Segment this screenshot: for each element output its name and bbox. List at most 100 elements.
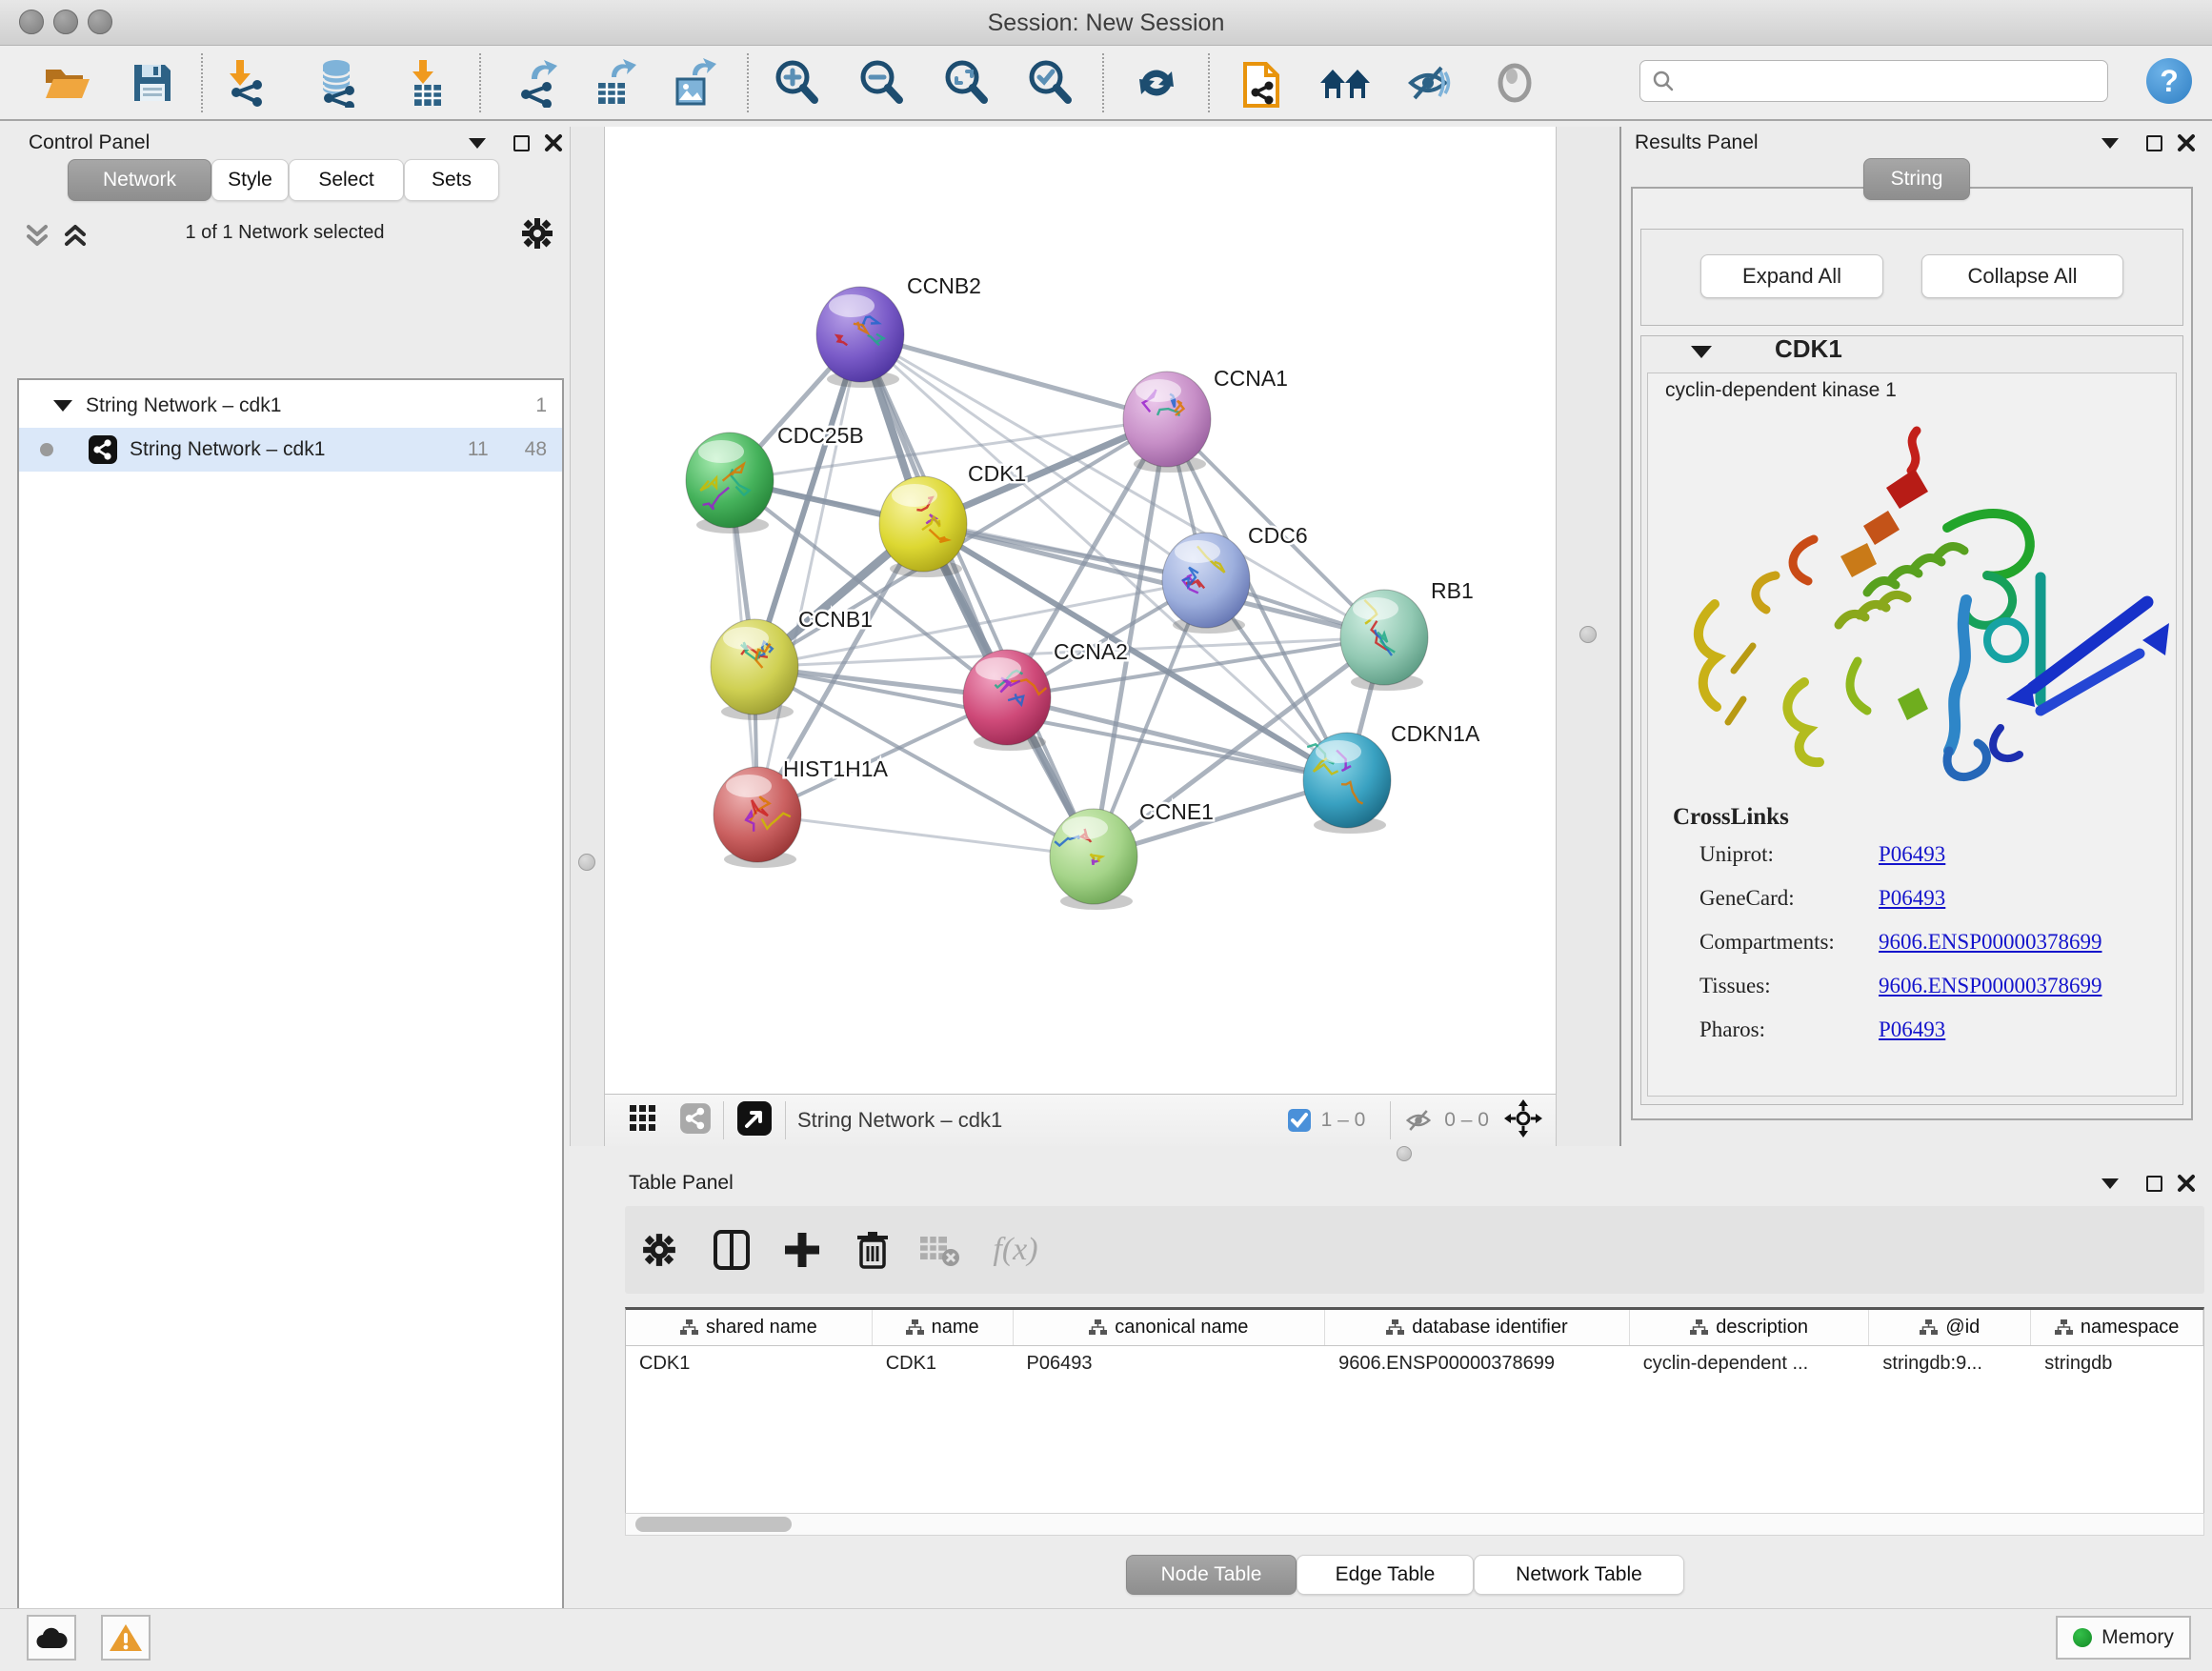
- column-header-shared-name[interactable]: shared name: [626, 1310, 873, 1345]
- column-header-label: name: [932, 1317, 979, 1339]
- grid-view-button[interactable]: [628, 1103, 658, 1138]
- hidden-eye-icon[interactable]: [1402, 1106, 1435, 1135]
- edge-CCNB2-HIST1H1A[interactable]: [757, 334, 860, 815]
- crosslink-value-link[interactable]: 9606.ENSP00000378699: [1879, 974, 2102, 998]
- tab-select[interactable]: Select: [289, 159, 404, 201]
- hide-show-button[interactable]: [1401, 55, 1455, 111]
- search-input[interactable]: [1682, 70, 2107, 93]
- tab-sets[interactable]: Sets: [404, 159, 499, 201]
- zoom-in-button[interactable]: [770, 55, 823, 111]
- network-panel-gear-button[interactable]: [520, 216, 554, 255]
- table-cell[interactable]: CDK1: [873, 1346, 1014, 1380]
- maximize-panel-icon[interactable]: [507, 129, 535, 157]
- warnings-button[interactable]: [101, 1615, 151, 1661]
- edge-CCNB2-CCNE1[interactable]: [860, 334, 1094, 856]
- zoom-selected-button[interactable]: [1023, 55, 1076, 111]
- collapse-all-button[interactable]: Collapse All: [1921, 254, 2123, 298]
- help-button[interactable]: ?: [2146, 58, 2192, 104]
- maximize-panel-icon[interactable]: [2140, 1169, 2168, 1198]
- table-cell[interactable]: cyclin-dependent ...: [1630, 1346, 1870, 1380]
- node-HIST1H1A[interactable]: HIST1H1A: [714, 756, 889, 868]
- edge-HIST1H1A-CCNE1[interactable]: [757, 815, 1094, 856]
- refresh-button[interactable]: [1130, 55, 1183, 111]
- table-settings-button[interactable]: [629, 1219, 690, 1280]
- table-row[interactable]: CDK1CDK1P064939606.ENSP00000378699cyclin…: [626, 1346, 2203, 1380]
- maximize-panel-icon[interactable]: [2140, 129, 2168, 157]
- birds-eye-toggle-button[interactable]: [1504, 1099, 1542, 1142]
- tab-edge-table[interactable]: Edge Table: [1297, 1555, 1474, 1595]
- network-row[interactable]: String Network – cdk1 11 48: [19, 428, 562, 472]
- table-cell[interactable]: CDK1: [626, 1346, 873, 1380]
- show-columns-button[interactable]: [701, 1219, 762, 1280]
- eye-slash-icon: [1403, 60, 1453, 106]
- expand-all-button[interactable]: Expand All: [1700, 254, 1883, 298]
- column-header-@id[interactable]: @id: [1869, 1310, 2031, 1345]
- delete-column-button[interactable]: [842, 1219, 903, 1280]
- network-collection-row[interactable]: String Network – cdk1 1: [19, 384, 562, 428]
- selected-checkbox-icon[interactable]: [1287, 1108, 1312, 1133]
- save-session-button[interactable]: [126, 55, 179, 111]
- tab-network[interactable]: Network: [68, 159, 211, 201]
- open-session-button[interactable]: [40, 55, 93, 111]
- crosslink-label: GeneCard:: [1699, 886, 1879, 911]
- tab-style[interactable]: Style: [211, 159, 289, 201]
- toolbar-separator: [747, 53, 749, 112]
- close-panel-icon[interactable]: [2172, 129, 2201, 157]
- network-canvas[interactable]: CCNB2CCNA1CDC25BCDK1CDC6RB1CCNB1CCNA2CDK…: [605, 127, 1556, 1094]
- tab-node-table[interactable]: Node Table: [1126, 1555, 1297, 1595]
- scrollbar-thumb[interactable]: [635, 1517, 792, 1532]
- table-cell[interactable]: P06493: [1014, 1346, 1326, 1380]
- float-panel-icon[interactable]: [2096, 129, 2124, 157]
- left-splitter[interactable]: [570, 127, 605, 1146]
- cloud-status-button[interactable]: [27, 1615, 76, 1661]
- string-import-button[interactable]: [1236, 55, 1289, 111]
- column-header-database-identifier[interactable]: database identifier: [1325, 1310, 1630, 1345]
- zoom-fit-button[interactable]: [939, 55, 993, 111]
- string-view-button[interactable]: [679, 1102, 712, 1139]
- crosslink-value-link[interactable]: P06493: [1879, 1017, 1945, 1042]
- table-horizontal-scrollbar[interactable]: [625, 1513, 2204, 1536]
- import-network-from-file-button[interactable]: [220, 55, 273, 111]
- tab-network-table[interactable]: Network Table: [1474, 1555, 1684, 1595]
- import-network-from-database-button[interactable]: [312, 55, 365, 111]
- search-box[interactable]: [1639, 60, 2108, 102]
- table-cell[interactable]: 9606.ENSP00000378699: [1325, 1346, 1630, 1380]
- detach-view-button[interactable]: [735, 1099, 774, 1142]
- home-networks-button[interactable]: [1318, 55, 1372, 111]
- zoom-out-button[interactable]: [855, 55, 908, 111]
- left-splitter-handle[interactable]: [578, 854, 595, 871]
- create-column-button[interactable]: [772, 1219, 833, 1280]
- column-header-namespace[interactable]: namespace: [2031, 1310, 2203, 1345]
- export-table-button[interactable]: [589, 55, 642, 111]
- tab-string[interactable]: String: [1863, 158, 1970, 200]
- horizontal-splitter-handle[interactable]: [1397, 1146, 1412, 1161]
- crosslink-value-link[interactable]: 9606.ENSP00000378699: [1879, 930, 2102, 955]
- import-table-from-file-button[interactable]: [400, 55, 453, 111]
- gene-collapse-icon[interactable]: [1691, 346, 1712, 358]
- node-CDKN1A[interactable]: CDKN1A: [1303, 721, 1480, 834]
- hidden-count: 0 – 0: [1444, 1109, 1489, 1132]
- right-splitter[interactable]: [1556, 127, 1621, 1146]
- export-network-button[interactable]: [513, 55, 566, 111]
- right-splitter-handle[interactable]: [1579, 626, 1597, 643]
- export-image-button[interactable]: [668, 55, 721, 111]
- node-RB1[interactable]: RB1: [1340, 578, 1474, 691]
- node-table[interactable]: shared name name canonical namedatabase id…: [625, 1307, 2204, 1513]
- network-graph[interactable]: CCNB2CCNA1CDC25BCDK1CDC6RB1CCNB1CCNA2CDK…: [605, 127, 1556, 1094]
- float-panel-icon[interactable]: [463, 129, 492, 157]
- node-CDC6[interactable]: CDC6: [1162, 523, 1308, 634]
- float-panel-icon[interactable]: [2096, 1169, 2124, 1198]
- column-header-description[interactable]: description: [1630, 1310, 1870, 1345]
- collection-expander-icon[interactable]: [53, 400, 72, 412]
- crosslink-value-link[interactable]: P06493: [1879, 842, 1945, 867]
- column-header-canonical-name[interactable]: canonical name: [1014, 1310, 1326, 1345]
- inactive-eye-button[interactable]: [1488, 55, 1541, 111]
- table-cell[interactable]: stringdb: [2031, 1346, 2203, 1380]
- node-CCNE1[interactable]: CCNE1: [1050, 799, 1214, 910]
- column-header-name[interactable]: name: [873, 1310, 1014, 1345]
- table-cell[interactable]: stringdb:9...: [1869, 1346, 2031, 1380]
- close-panel-icon[interactable]: [539, 129, 568, 157]
- crosslink-value-link[interactable]: P06493: [1879, 886, 1945, 911]
- memory-button[interactable]: Memory: [2056, 1616, 2191, 1660]
- close-panel-icon[interactable]: [2172, 1169, 2201, 1198]
